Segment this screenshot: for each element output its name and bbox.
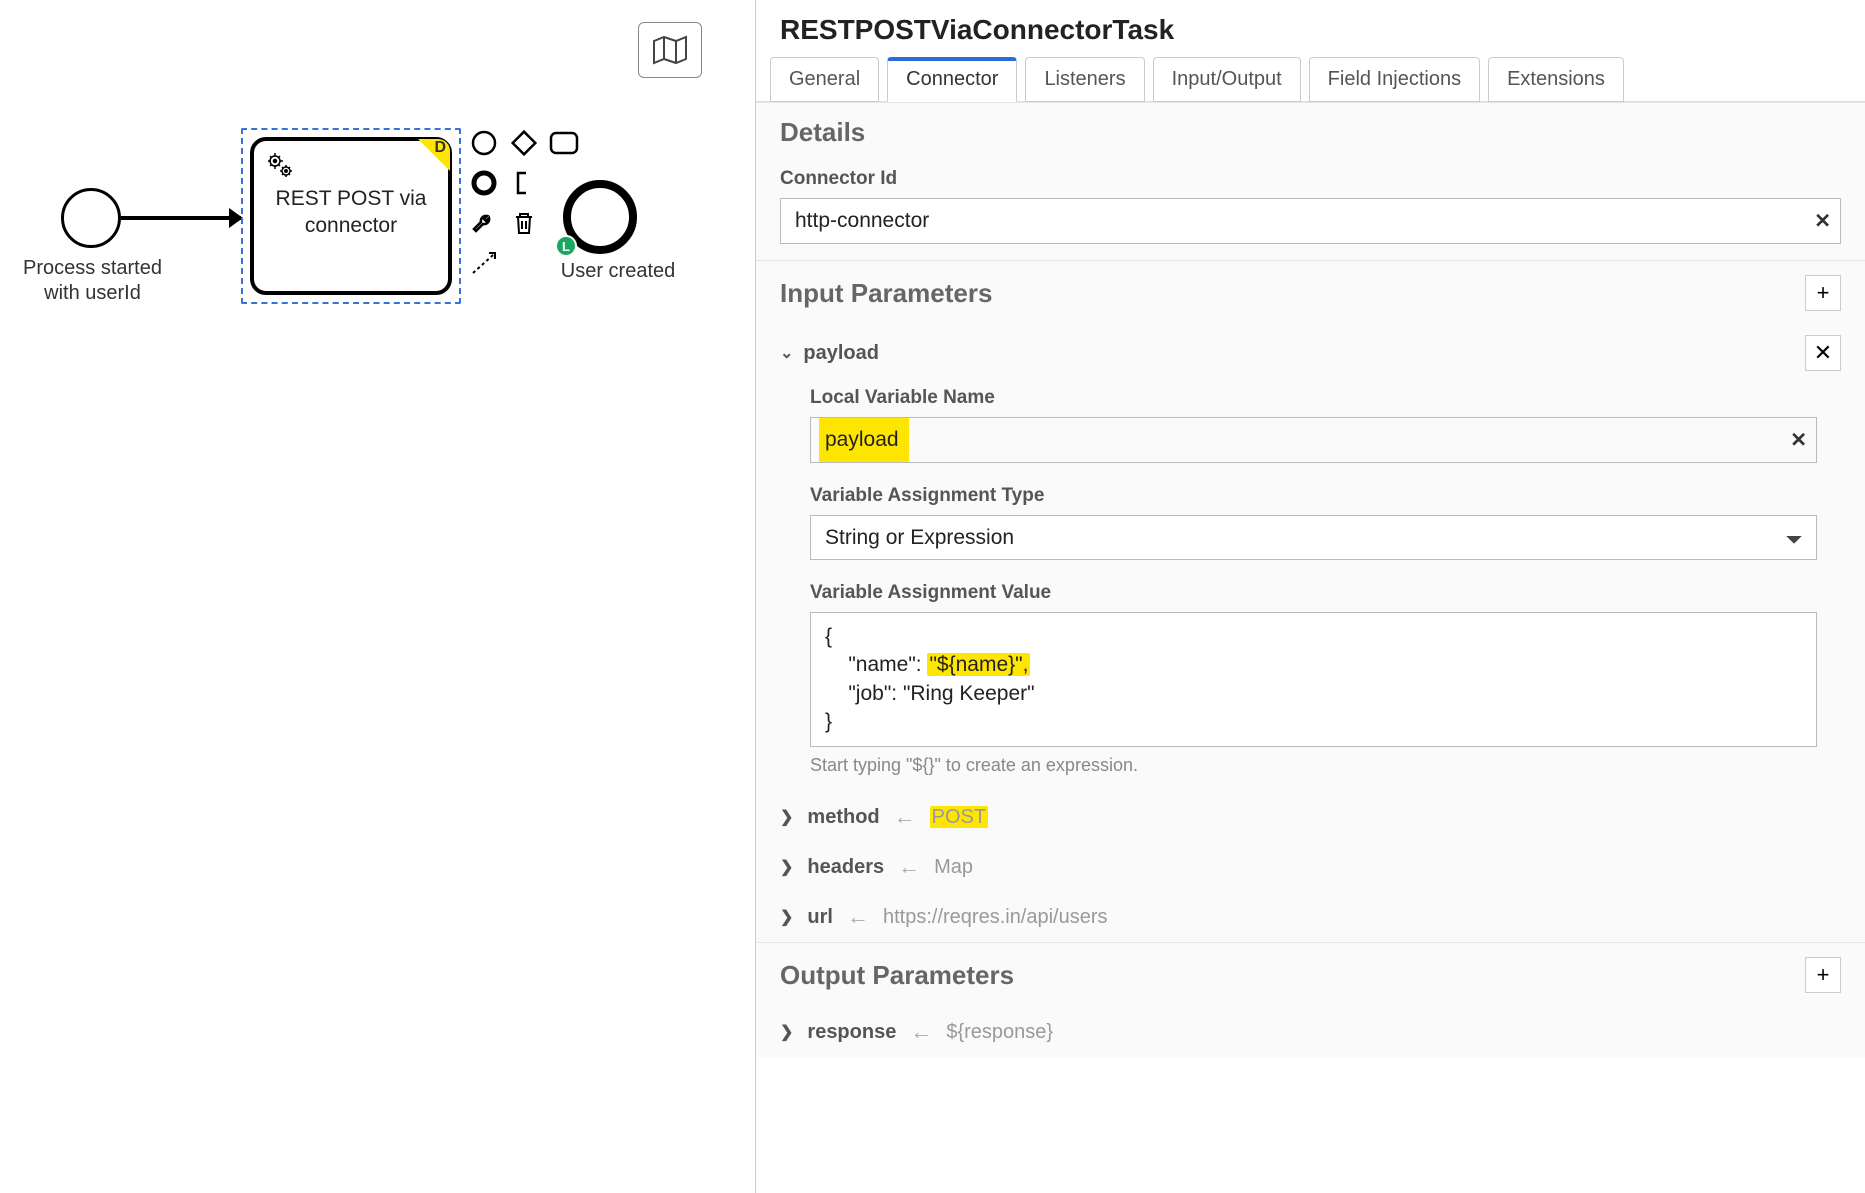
deprecation-badge: D bbox=[418, 139, 450, 171]
section-heading: Output Parameters bbox=[780, 960, 1014, 991]
add-input-param-button[interactable]: + bbox=[1805, 275, 1841, 311]
section-output-parameters: Output Parameters + ❯ response ← ${respo… bbox=[756, 942, 1865, 1057]
tab-connector[interactable]: Connector bbox=[887, 57, 1017, 102]
listener-badge: L bbox=[555, 235, 577, 257]
panel-collapse-tab[interactable]: Properties Panel bbox=[755, 545, 756, 765]
remove-param-button[interactable]: ✕ bbox=[1805, 335, 1841, 371]
connector-id-label: Connector Id bbox=[780, 168, 1841, 190]
arrow-left-icon: ← bbox=[910, 1019, 932, 1045]
local-var-name-label: Local Variable Name bbox=[810, 387, 1817, 409]
tab-general[interactable]: General bbox=[770, 57, 879, 102]
arrow-left-icon: ← bbox=[894, 804, 916, 830]
tab-bar: General Connector Listeners Input/Output… bbox=[756, 56, 1865, 102]
service-task[interactable]: D REST POST via connector bbox=[250, 137, 452, 295]
expression-hint: Start typing "${}" to create an expressi… bbox=[810, 755, 1817, 776]
chevron-right-icon: ❯ bbox=[780, 1022, 793, 1042]
param-name: payload bbox=[803, 342, 879, 365]
tab-field-injections[interactable]: Field Injections bbox=[1309, 57, 1480, 102]
clear-icon[interactable]: ✕ bbox=[1814, 209, 1831, 234]
task-selection-outline: D REST POST via connector bbox=[241, 128, 461, 304]
annotation-icon[interactable] bbox=[507, 166, 541, 200]
start-event-label: Process started with userId bbox=[15, 256, 170, 306]
task-label: REST POST via connector bbox=[254, 185, 448, 240]
chevron-right-icon: ❯ bbox=[780, 857, 793, 877]
chevron-right-icon: ❯ bbox=[780, 907, 793, 927]
element-name-heading: RESTPOSTViaConnectorTask bbox=[756, 0, 1865, 56]
arrow-left-icon: ← bbox=[847, 904, 869, 930]
section-heading: Input Parameters bbox=[780, 278, 992, 309]
connect-icon[interactable] bbox=[467, 246, 501, 280]
sequence-flow[interactable] bbox=[121, 216, 241, 220]
bpmn-canvas[interactable]: Process started with userId D REST POST … bbox=[0, 0, 755, 1193]
chevron-down-icon: ⌄ bbox=[780, 343, 793, 363]
assign-type-label: Variable Assignment Type bbox=[810, 485, 1817, 507]
diagram-area[interactable]: Process started with userId D REST POST … bbox=[35, 120, 695, 340]
append-task-icon[interactable] bbox=[547, 126, 581, 160]
param-row-headers[interactable]: ❯ headers ← Map bbox=[756, 842, 1865, 892]
section-input-parameters: Input Parameters + ⌄ payload ✕ Local Var… bbox=[756, 260, 1865, 942]
wrench-icon[interactable] bbox=[467, 206, 501, 240]
tab-extensions[interactable]: Extensions bbox=[1488, 57, 1624, 102]
param-row-response[interactable]: ❯ response ← ${response} bbox=[756, 1007, 1865, 1057]
append-gateway-icon[interactable] bbox=[507, 126, 541, 160]
clear-icon[interactable]: ✕ bbox=[1790, 428, 1807, 453]
param-row-method[interactable]: ❯ method ← POST bbox=[756, 792, 1865, 842]
trash-icon[interactable] bbox=[507, 206, 541, 240]
section-details: Details Connector Id ✕ bbox=[756, 102, 1865, 260]
param-row-payload[interactable]: ⌄ payload ✕ bbox=[756, 325, 1865, 381]
append-event-icon[interactable] bbox=[467, 126, 501, 160]
param-row-url[interactable]: ❯ url ← https://reqres.in/api/users bbox=[756, 892, 1865, 942]
start-event[interactable] bbox=[61, 188, 121, 248]
assign-type-select[interactable]: String or Expression bbox=[810, 515, 1817, 560]
tab-input-output[interactable]: Input/Output bbox=[1153, 57, 1301, 102]
chevron-right-icon: ❯ bbox=[780, 807, 793, 827]
add-output-param-button[interactable]: + bbox=[1805, 957, 1841, 993]
map-icon bbox=[652, 35, 688, 65]
local-var-name-input[interactable] bbox=[810, 417, 1817, 463]
arrow-left-icon: ← bbox=[898, 854, 920, 880]
section-heading: Details bbox=[780, 117, 865, 148]
connector-id-input[interactable] bbox=[780, 198, 1841, 244]
gears-icon bbox=[264, 149, 296, 186]
minimap-toggle-button[interactable] bbox=[638, 22, 702, 78]
end-event-label: User created bbox=[543, 260, 693, 283]
assign-value-label: Variable Assignment Value bbox=[810, 582, 1817, 604]
append-end-event-icon[interactable] bbox=[467, 166, 501, 200]
properties-panel: Properties Panel RESTPOSTViaConnectorTas… bbox=[755, 0, 1865, 1193]
assign-value-textarea[interactable]: { "name": "${name}", "job": "Ring Keeper… bbox=[810, 612, 1817, 747]
tab-listeners[interactable]: Listeners bbox=[1025, 57, 1144, 102]
